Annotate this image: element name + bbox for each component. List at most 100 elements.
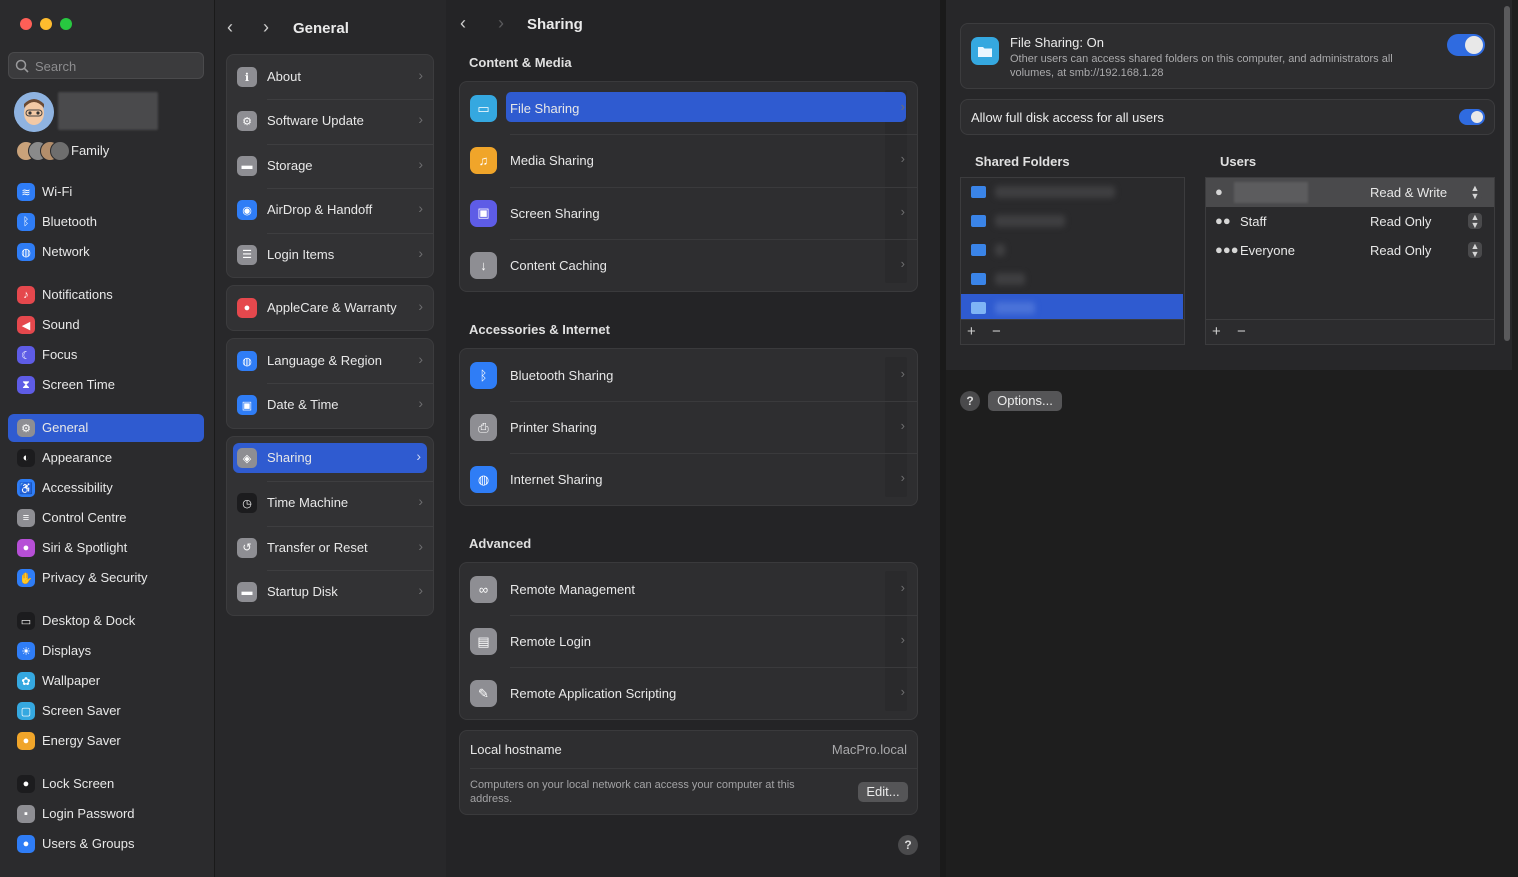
shared-folder-row[interactable] [961, 236, 1183, 265]
sharing-item-media-sharing[interactable]: ♫ Media Sharing › [460, 134, 917, 186]
sidebar-item-notifications[interactable]: ♪ Notifications [8, 281, 204, 309]
general-item-about[interactable]: ℹ About › [227, 55, 433, 99]
sharing-item-screen-sharing[interactable]: ▣ Screen Sharing › [460, 187, 917, 239]
sidebar-item-wallpaper[interactable]: ✿ Wallpaper [8, 667, 204, 695]
shared-folder-row[interactable] [961, 178, 1183, 207]
remove-user-button[interactable]: − [1237, 323, 1246, 340]
sharing-item-printer-sharing[interactable]: ⎙ Printer Sharing › [460, 401, 917, 453]
sidebar-item-desktop-dock[interactable]: ▭ Desktop & Dock [8, 607, 204, 635]
sidebar-item-privacy-security[interactable]: ✋ Privacy & Security [8, 564, 204, 592]
user-row[interactable]: ●●● Everyone Read Only ▲ ▼ [1206, 236, 1494, 265]
shared-folder-row[interactable] [961, 265, 1183, 294]
sharing-item-bluetooth-sharing[interactable]: ᛒ Bluetooth Sharing › [460, 349, 917, 401]
back-button[interactable]: ‹ [460, 13, 466, 34]
sharing-item-internet-sharing[interactable]: ◍ Internet Sharing › [460, 453, 917, 505]
sidebar-item-wi-fi[interactable]: ≋ Wi-Fi [8, 178, 204, 206]
family-label[interactable]: Family [71, 143, 109, 158]
sidebar-item-general[interactable]: ⚙ General [8, 414, 204, 442]
sidebar-item-lock-screen[interactable]: ● Lock Screen [8, 770, 204, 798]
sidebar-item-screen-saver[interactable]: ▢ Screen Saver [8, 697, 204, 725]
help-button[interactable]: ? [960, 391, 980, 411]
user-name: Everyone [1240, 243, 1295, 258]
sharing-item-remote-application-scripting[interactable]: ✎ Remote Application Scripting › [460, 667, 917, 719]
user-row[interactable]: ●● Staff Read Only ▲ ▼ [1206, 207, 1494, 236]
sharing-item-label: Remote Login [510, 634, 591, 649]
permission-select[interactable]: Read Only [1370, 243, 1431, 258]
scrollbar[interactable] [1504, 6, 1510, 341]
chevron-right-icon: › [418, 537, 423, 554]
help-button[interactable]: ? [898, 835, 918, 855]
sharing-item-content-caching[interactable]: ↓ Content Caching › [460, 239, 917, 291]
shared-folder-row[interactable] [961, 207, 1183, 236]
list-icon: ☰ [237, 244, 257, 265]
sidebar-item-focus[interactable]: ☾ Focus [8, 341, 204, 369]
general-item-label: Sharing [267, 450, 312, 465]
general-item-software-update[interactable]: ⚙ Software Update › [227, 99, 433, 143]
general-item-transfer-or-reset[interactable]: ↺ Transfer or Reset › [227, 526, 433, 570]
up-down-chevron-icon[interactable]: ▲ ▼ [1468, 213, 1482, 230]
remove-folder-button[interactable]: − [992, 323, 1001, 340]
sidebar-item-login-password[interactable]: ▪ Login Password [8, 800, 204, 828]
sidebar-item-displays[interactable]: ☀ Displays [8, 637, 204, 665]
search-field[interactable]: Search [8, 52, 204, 79]
sidebar-item-label: Accessibility [42, 480, 113, 495]
permission-select[interactable]: Read & Write [1370, 185, 1447, 200]
general-item-label: Time Machine [267, 495, 349, 511]
chevron-right-icon: › [416, 448, 421, 464]
up-down-chevron-icon[interactable]: ▲ ▼ [1468, 242, 1482, 259]
sidebar-item-users-groups[interactable]: ● Users & Groups [8, 830, 204, 858]
sidebar-item-label: Siri & Spotlight [42, 540, 128, 555]
general-item-airdrop-handoff[interactable]: ◉ AirDrop & Handoff › [227, 188, 433, 232]
close-window-button[interactable] [20, 18, 32, 30]
lightbulb-icon: ● [17, 732, 35, 750]
user-row[interactable]: ● Read & Write ▲ ▼ [1206, 178, 1494, 207]
avatar[interactable] [14, 92, 54, 132]
sharing-item-remote-login[interactable]: ▤ Remote Login › [460, 615, 917, 667]
user-name: Staff [1240, 214, 1267, 229]
sidebar-item-siri-spotlight[interactable]: ● Siri & Spotlight [8, 534, 204, 562]
up-down-chevron-icon[interactable]: ▲ ▼ [1468, 184, 1482, 201]
sharing-item-remote-management[interactable]: ∞ Remote Management › [460, 563, 917, 615]
sidebar-item-control-centre[interactable]: ≡ Control Centre [8, 504, 204, 532]
sidebar-item-label: Focus [42, 347, 78, 362]
sidebar-item-bluetooth[interactable]: ᛒ Bluetooth [8, 208, 204, 236]
file-sharing-card: File Sharing: On Other users can access … [960, 23, 1495, 89]
options-button[interactable]: Options... [988, 391, 1062, 411]
sidebar-item-energy-saver[interactable]: ● Energy Saver [8, 727, 204, 755]
general-item-date-time[interactable]: ▣ Date & Time › [227, 383, 433, 427]
wifi-icon: ≋ [17, 183, 35, 201]
sharing-item-label: Remote Application Scripting [510, 686, 677, 701]
file-sharing-description: Other users can access shared folders on… [1010, 53, 1393, 79]
general-item-language-region[interactable]: ◍ Language & Region › [227, 339, 433, 383]
sharing-item-file-sharing[interactable]: ▭ File Sharing › [460, 82, 917, 134]
users-header: Users [1220, 154, 1257, 169]
sidebar-item-label: Privacy & Security [42, 570, 148, 585]
sidebar-item-sound[interactable]: ◀ Sound [8, 311, 204, 339]
zoom-window-button[interactable] [60, 18, 72, 30]
users-list[interactable]: ● Read & Write ▲ ▼ ●● Staff Read Only ▲ ▼ ●●● Ever… [1205, 177, 1495, 345]
sidebar-item-label: General [42, 420, 89, 435]
forward-button[interactable]: › [263, 17, 269, 38]
hostname-value: MacPro.local [831, 742, 907, 757]
sidebar-item-accessibility[interactable]: ♿ Accessibility [8, 474, 204, 502]
shared-folders-list[interactable]: + − [960, 177, 1185, 345]
general-item-storage[interactable]: ▬ Storage › [227, 144, 433, 188]
edit-hostname-button[interactable]: Edit... [858, 782, 908, 802]
sidebar-item-network[interactable]: ◍ Network [8, 238, 204, 266]
sidebar-item-screen-time[interactable]: ⧗ Screen Time [8, 371, 204, 399]
general-item-applecare-warranty[interactable]: ● AppleCare & Warranty › [227, 286, 433, 330]
general-item-time-machine[interactable]: ◷ Time Machine › [227, 481, 433, 525]
general-item-startup-disk[interactable]: ▬ Startup Disk › [227, 570, 433, 614]
file-sharing-toggle[interactable] [1447, 34, 1485, 56]
minimize-window-button[interactable] [40, 18, 52, 30]
back-button[interactable]: ‹ [227, 17, 233, 38]
local-hostname-group: Local hostname MacPro.local Computers on… [459, 730, 918, 815]
permission-select[interactable]: Read Only [1370, 214, 1431, 229]
sidebar-item-appearance[interactable]: ◐ Appearance [8, 444, 204, 472]
add-user-button[interactable]: + [1212, 323, 1221, 340]
general-item-login-items[interactable]: ☰ Login Items › [227, 233, 433, 277]
forward-button[interactable]: › [498, 13, 504, 34]
add-folder-button[interactable]: + [967, 323, 976, 340]
full-disk-access-toggle[interactable] [1459, 109, 1485, 125]
general-item-sharing[interactable]: ◈ Sharing › [233, 443, 427, 473]
